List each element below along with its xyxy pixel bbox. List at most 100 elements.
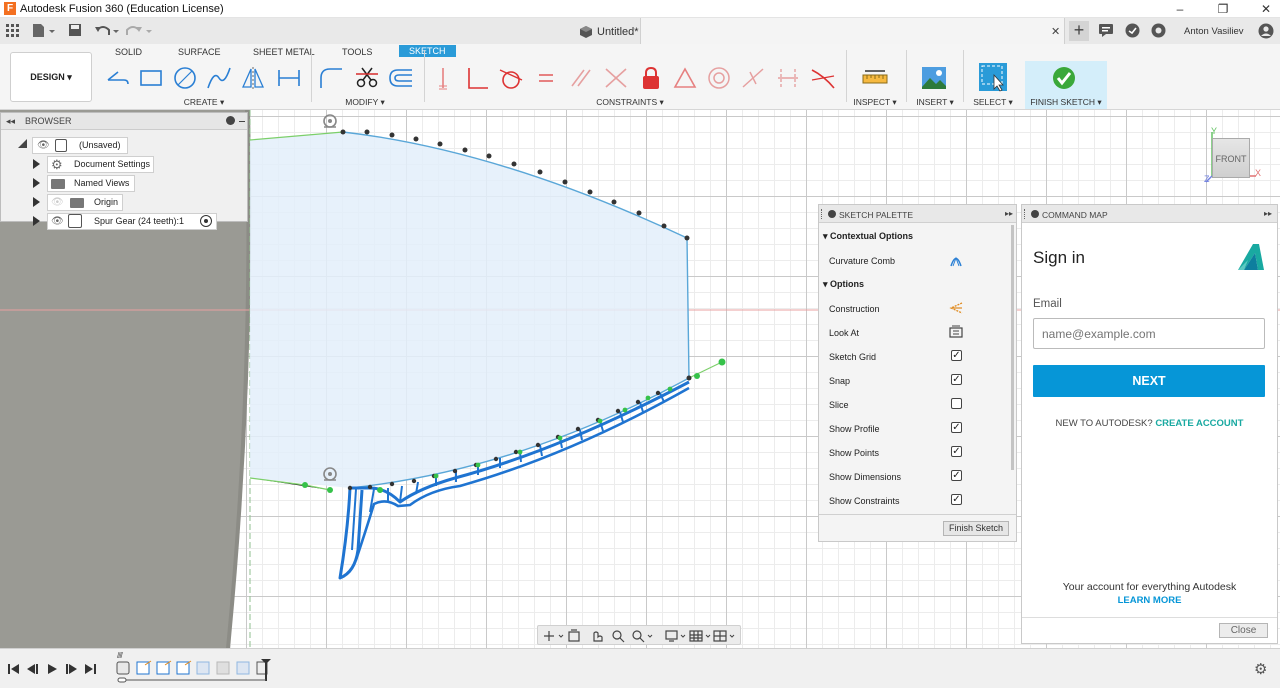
show-profile-checkbox[interactable]: ✓: [951, 422, 962, 433]
file-menu-icon[interactable]: [32, 23, 56, 39]
apps-grid-icon[interactable]: [6, 24, 20, 38]
browser-item-named-views[interactable]: Named Views: [1, 174, 247, 193]
select-menu[interactable]: SELECT ▾: [968, 97, 1018, 108]
redo-icon[interactable]: [126, 23, 154, 39]
workspace-design-button[interactable]: DESIGN ▾: [10, 52, 92, 102]
eye-visibility-icon[interactable]: 👁: [51, 216, 64, 227]
construction-icon[interactable]: [949, 302, 963, 314]
browser-item-document-settings[interactable]: Document Settings ⚙: [1, 155, 247, 174]
eye-hidden-icon[interactable]: 👁: [51, 197, 64, 208]
finish-sketch-button[interactable]: Finish Sketch: [943, 521, 1009, 536]
fillet-tool-icon[interactable]: [318, 66, 344, 90]
expand-arrow-icon[interactable]: [33, 159, 40, 169]
collinear-constraint-icon[interactable]: [775, 66, 801, 90]
concentric-constraint-icon[interactable]: [706, 66, 732, 90]
midpoint-constraint-icon[interactable]: [740, 66, 766, 90]
tab-sheet-metal[interactable]: SHEET METAL: [253, 47, 315, 57]
notifications-icon[interactable]: [1099, 24, 1113, 37]
browser-item-spur-gear[interactable]: Spur Gear (24 teeth):1 👁: [1, 212, 247, 231]
constraints-menu[interactable]: CONSTRAINTS ▾: [580, 97, 680, 108]
browser-item-origin[interactable]: Origin 👁: [1, 193, 247, 212]
select-tool-icon[interactable]: [978, 62, 1008, 92]
browser-minimize-icon[interactable]: [239, 121, 245, 122]
tab-tools[interactable]: TOOLS: [342, 47, 372, 57]
insert-menu[interactable]: INSERT ▾: [912, 97, 958, 108]
curvature-comb-icon[interactable]: [949, 253, 963, 267]
browser-root-row[interactable]: (Unsaved) 👁: [1, 136, 247, 155]
command-map-collapse-icon[interactable]: ▸▸: [1264, 209, 1272, 218]
show-constraints-checkbox[interactable]: ✓: [951, 494, 962, 505]
finish-sketch-check-icon[interactable]: [1051, 65, 1077, 91]
expand-arrow-icon[interactable]: [33, 216, 40, 226]
fix-constraint-lock-icon[interactable]: [638, 66, 664, 90]
show-points-checkbox[interactable]: ✓: [951, 446, 962, 457]
collapse-browser-icon[interactable]: ◂◂: [6, 116, 15, 127]
create-menu[interactable]: CREATE ▾: [150, 97, 258, 108]
drag-handle-icon[interactable]: [1024, 209, 1027, 219]
document-settings-label[interactable]: Document Settings: [47, 156, 154, 173]
insert-image-icon[interactable]: [921, 66, 947, 90]
parallel-constraint-icon[interactable]: [568, 66, 594, 90]
spline-handle-icon[interactable]: [323, 114, 337, 128]
offset-tool-icon[interactable]: [388, 66, 414, 90]
nav-tools-icons[interactable]: [542, 629, 738, 643]
email-input[interactable]: [1033, 318, 1265, 349]
command-map-options-icon[interactable]: [1031, 210, 1039, 218]
tangent-constraint-icon[interactable]: [498, 66, 524, 90]
browser-options-icon[interactable]: [226, 116, 235, 125]
user-avatar-icon[interactable]: [1258, 23, 1274, 39]
perpendicular-constraint-icon[interactable]: [464, 66, 490, 90]
options-header[interactable]: ▾ Options: [823, 279, 864, 290]
palette-collapse-icon[interactable]: ▸▸: [1005, 209, 1013, 218]
undo-icon[interactable]: [94, 23, 120, 39]
contextual-options-header[interactable]: ▾ Contextual Options: [823, 231, 913, 242]
trim-tool-icon[interactable]: [354, 66, 380, 90]
expand-arrow-icon[interactable]: [33, 197, 40, 207]
symmetry-constraint-icon[interactable]: [672, 66, 698, 90]
restore-button[interactable]: ❐: [1213, 1, 1233, 17]
arc-tool-icon[interactable]: [206, 66, 232, 90]
new-tab-button[interactable]: +: [1069, 21, 1089, 41]
horizontal-vertical-constraint-icon[interactable]: [430, 66, 456, 90]
curvature-constraint-icon[interactable]: [810, 66, 836, 90]
user-name[interactable]: Anton Vasiliev: [1184, 26, 1244, 37]
help-icon[interactable]: [1151, 23, 1166, 38]
look-at-icon[interactable]: [949, 325, 963, 338]
line-tool-icon[interactable]: [104, 66, 130, 90]
circle-tool-icon[interactable]: [172, 66, 198, 90]
expand-arrow-icon[interactable]: [33, 178, 40, 188]
modify-menu[interactable]: MODIFY ▾: [325, 97, 405, 108]
activate-component-icon[interactable]: [200, 215, 212, 227]
tab-solid[interactable]: SOLID: [115, 47, 142, 57]
minimize-button[interactable]: –: [1170, 1, 1190, 17]
drag-handle-icon[interactable]: [821, 209, 824, 219]
job-status-icon[interactable]: [1125, 23, 1140, 38]
timeline-features[interactable]: [114, 659, 274, 687]
tab-surface[interactable]: SURFACE: [178, 47, 221, 57]
snap-checkbox[interactable]: ✓: [951, 374, 962, 385]
measure-tool-icon[interactable]: [862, 66, 888, 90]
mirror-tool-icon[interactable]: [240, 66, 266, 90]
next-button[interactable]: NEXT: [1033, 365, 1265, 397]
view-cube-front-face[interactable]: FRONT: [1212, 138, 1250, 178]
sketch-grid-checkbox[interactable]: ✓: [951, 350, 962, 361]
close-window-button[interactable]: ✕: [1256, 1, 1276, 17]
palette-scrollbar[interactable]: [1011, 225, 1014, 470]
eye-visibility-icon[interactable]: 👁: [37, 140, 50, 151]
inspect-menu[interactable]: INSPECT ▾: [850, 97, 900, 108]
learn-more-link[interactable]: LEARN MORE: [1022, 595, 1277, 606]
sketch-profile[interactable]: [250, 132, 689, 488]
timeline-settings-gear-icon[interactable]: ⚙: [1254, 660, 1267, 678]
tab-sketch[interactable]: SKETCH: [399, 45, 456, 57]
dimension-tool-icon[interactable]: [276, 66, 302, 90]
show-dimensions-checkbox[interactable]: ✓: [951, 470, 962, 481]
close-panel-button[interactable]: Close: [1219, 623, 1268, 638]
create-account-link[interactable]: CREATE ACCOUNT: [1155, 418, 1243, 429]
view-cube[interactable]: Y X Z FRONT: [1200, 126, 1268, 188]
timeline-playback-controls[interactable]: [8, 661, 103, 677]
slice-checkbox[interactable]: [951, 398, 962, 409]
finish-sketch-menu[interactable]: FINISH SKETCH ▾: [1025, 97, 1107, 108]
save-icon[interactable]: [68, 23, 82, 37]
document-tab[interactable]: Untitled* ✕: [580, 18, 1065, 44]
close-tab-button[interactable]: ✕: [1051, 25, 1060, 38]
